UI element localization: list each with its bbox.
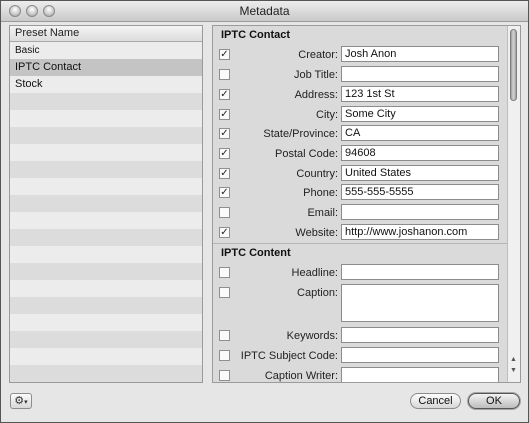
section-title-iptc-content: IPTC Content xyxy=(221,247,291,259)
ok-button[interactable]: OK xyxy=(468,393,520,409)
include-checkbox-address[interactable]: ✓ xyxy=(219,89,230,100)
field-row-creator: ✓ Creator: Josh Anon xyxy=(213,46,509,65)
field-label-address: Address: xyxy=(294,89,338,101)
include-checkbox-country[interactable]: ✓ xyxy=(219,168,230,179)
empty-list-row xyxy=(10,246,202,263)
include-checkbox-headline[interactable] xyxy=(219,267,230,278)
empty-list-row xyxy=(10,331,202,348)
empty-list-row xyxy=(10,365,202,382)
empty-list-row xyxy=(10,110,202,127)
field-label-caption-writer: Caption Writer: xyxy=(264,370,338,382)
empty-list-row xyxy=(10,212,202,229)
field-row-state-province: ✓ State/Province: CA xyxy=(213,125,509,144)
include-checkbox-email[interactable] xyxy=(219,207,230,218)
cancel-button[interactable]: Cancel xyxy=(410,393,461,409)
field-label-city: City: xyxy=(316,109,338,121)
state-province-field[interactable]: CA xyxy=(341,125,499,141)
field-label-headline: Headline: xyxy=(291,267,338,279)
empty-list-row xyxy=(10,297,202,314)
field-label-iptc-subject-code: IPTC Subject Code: xyxy=(240,350,338,362)
field-label-country: Country: xyxy=(296,168,338,180)
empty-list-row xyxy=(10,229,202,246)
include-checkbox-iptc-subject-code[interactable] xyxy=(219,350,230,361)
empty-list-row xyxy=(10,144,202,161)
preset-item-basic[interactable]: Basic xyxy=(10,42,202,59)
preset-name-column-header[interactable]: Preset Name xyxy=(10,26,202,42)
field-row-job-title: Job Title: xyxy=(213,66,509,85)
field-label-postal-code: Postal Code: xyxy=(275,148,338,160)
field-row-keywords: Keywords: xyxy=(213,327,509,346)
vertical-scrollbar[interactable]: ▲ ▼ xyxy=(507,26,520,382)
window-title: Metadata xyxy=(239,4,290,18)
email-field[interactable] xyxy=(341,204,499,220)
scrollbar-thumb[interactable] xyxy=(510,29,517,101)
field-label-creator: Creator: xyxy=(298,49,338,61)
include-checkbox-keywords[interactable] xyxy=(219,330,230,341)
scroll-up-arrow-icon[interactable]: ▲ xyxy=(510,356,517,363)
website-field[interactable]: http://www.joshanon.com xyxy=(341,224,499,240)
city-field[interactable]: Some City xyxy=(341,106,499,122)
headline-field[interactable] xyxy=(341,264,499,280)
include-checkbox-caption-writer[interactable] xyxy=(219,370,230,381)
preset-list: Preset Name Basic IPTC Contact Stock xyxy=(9,25,203,383)
field-label-phone: Phone: xyxy=(303,187,338,199)
metadata-window: Metadata Preset Name Basic IPTC Contact … xyxy=(0,0,529,423)
field-label-email: Email: xyxy=(307,207,338,219)
empty-list-row xyxy=(10,127,202,144)
empty-list-row xyxy=(10,195,202,212)
field-row-postal-code: ✓ Postal Code: 94608 xyxy=(213,145,509,164)
field-row-headline: Headline: xyxy=(213,264,509,283)
field-label-state-province: State/Province: xyxy=(263,128,338,140)
include-checkbox-job-title[interactable] xyxy=(219,69,230,80)
caption-field[interactable] xyxy=(341,284,499,322)
include-checkbox-phone[interactable]: ✓ xyxy=(219,187,230,198)
empty-list-row xyxy=(10,382,202,383)
preset-item-stock[interactable]: Stock xyxy=(10,76,202,93)
empty-list-row xyxy=(10,263,202,280)
field-row-email: Email: xyxy=(213,204,509,223)
field-row-caption: Caption: xyxy=(213,284,509,324)
section-divider xyxy=(213,243,509,244)
empty-list-row xyxy=(10,314,202,331)
caption-writer-field[interactable] xyxy=(341,367,499,382)
chevron-down-icon: ▾ xyxy=(24,399,28,406)
job-title-field[interactable] xyxy=(341,66,499,82)
keywords-field[interactable] xyxy=(341,327,499,343)
field-row-address: ✓ Address: 123 1st St xyxy=(213,86,509,105)
include-checkbox-website[interactable]: ✓ xyxy=(219,227,230,238)
include-checkbox-creator[interactable]: ✓ xyxy=(219,49,230,60)
empty-list-row xyxy=(10,161,202,178)
field-label-caption: Caption: xyxy=(297,287,338,299)
preset-item-iptc-contact[interactable]: IPTC Contact xyxy=(10,59,202,76)
field-row-iptc-subject-code: IPTC Subject Code: xyxy=(213,347,509,366)
field-row-website: ✓ Website: http://www.joshanon.com xyxy=(213,224,509,243)
field-row-caption-writer: Caption Writer: xyxy=(213,367,509,382)
action-menu-button[interactable]: ⚙▾ xyxy=(10,393,32,409)
empty-list-row xyxy=(10,93,202,110)
address-field[interactable]: 123 1st St xyxy=(341,86,499,102)
metadata-fields-panel: IPTC Contact ✓ Creator: Josh Anon Job Ti… xyxy=(212,25,521,383)
include-checkbox-postal-code[interactable]: ✓ xyxy=(219,148,230,159)
field-row-country: ✓ Country: United States xyxy=(213,165,509,184)
include-checkbox-city[interactable]: ✓ xyxy=(219,109,230,120)
field-row-phone: ✓ Phone: 555-555-5555 xyxy=(213,184,509,203)
empty-list-row xyxy=(10,348,202,365)
country-field[interactable]: United States xyxy=(341,165,499,181)
scroll-down-arrow-icon[interactable]: ▼ xyxy=(510,367,517,374)
field-row-city: ✓ City: Some City xyxy=(213,106,509,125)
title-bar: Metadata xyxy=(1,1,528,22)
include-checkbox-state-province[interactable]: ✓ xyxy=(219,128,230,139)
iptc-subject-code-field[interactable] xyxy=(341,347,499,363)
field-label-keywords: Keywords: xyxy=(286,330,338,342)
creator-field[interactable]: Josh Anon xyxy=(341,46,499,62)
empty-list-row xyxy=(10,280,202,297)
empty-list-row xyxy=(10,178,202,195)
field-label-job-title: Job Title: xyxy=(293,69,338,81)
include-checkbox-caption[interactable] xyxy=(219,287,230,298)
phone-field[interactable]: 555-555-5555 xyxy=(341,184,499,200)
field-label-website: Website: xyxy=(295,227,338,239)
gear-icon: ⚙ xyxy=(14,395,25,407)
postal-code-field[interactable]: 94608 xyxy=(341,145,499,161)
section-title-iptc-contact: IPTC Contact xyxy=(221,29,291,41)
